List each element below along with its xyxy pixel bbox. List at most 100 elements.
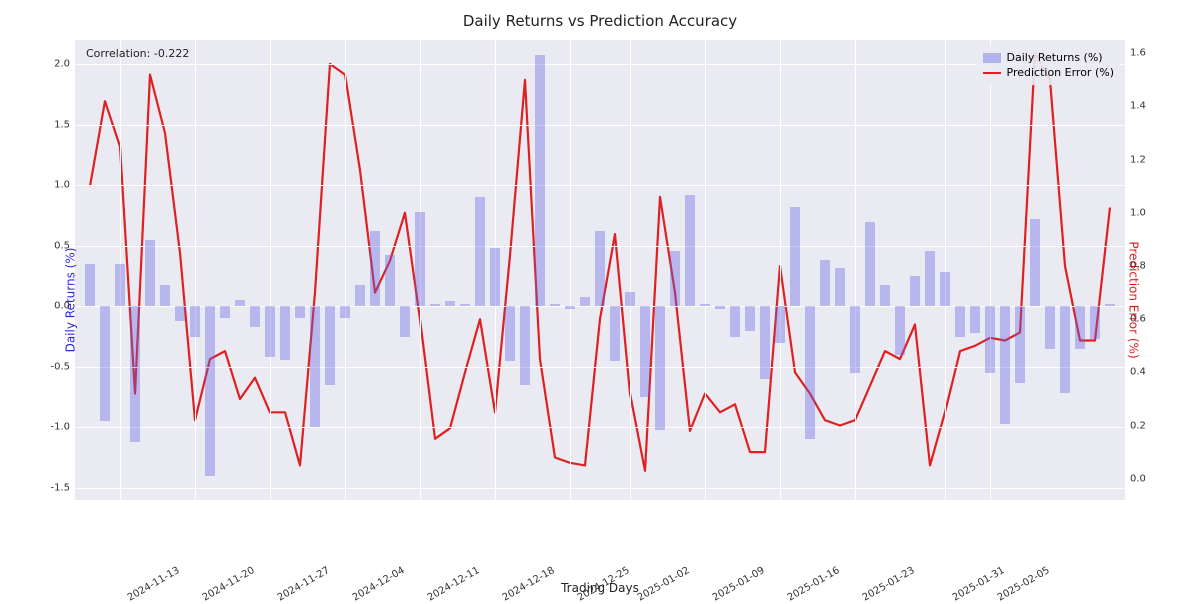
- bar: [820, 260, 831, 306]
- bar: [745, 306, 756, 330]
- bar: [280, 306, 291, 359]
- ytick-left: -1.0: [30, 422, 70, 433]
- bar: [865, 222, 876, 307]
- bar: [670, 251, 681, 307]
- bar: [325, 306, 336, 385]
- chart-figure: Daily Returns vs Prediction Accuracy Dai…: [0, 0, 1200, 600]
- bar: [685, 195, 696, 306]
- bar: [295, 306, 306, 318]
- legend-swatch-line-icon: [983, 72, 1001, 74]
- bar: [1000, 306, 1011, 423]
- bar: [385, 255, 396, 306]
- bar: [460, 304, 471, 306]
- bar: [1060, 306, 1071, 393]
- gridline-v: [945, 40, 946, 500]
- bar: [1015, 306, 1026, 382]
- gridline-h: [75, 427, 1125, 428]
- bar: [955, 306, 966, 336]
- bar: [190, 306, 201, 336]
- bar: [550, 304, 561, 306]
- bar: [625, 292, 636, 307]
- gridline-v: [780, 40, 781, 500]
- ytick-left: 0.0: [30, 301, 70, 312]
- bar: [520, 306, 531, 385]
- gridline-h: [75, 367, 1125, 368]
- bar: [790, 207, 801, 306]
- legend-line-label: Prediction Error (%): [1007, 66, 1115, 79]
- bar: [775, 306, 786, 342]
- bar: [640, 306, 651, 397]
- bar: [85, 264, 96, 306]
- bar: [175, 306, 186, 321]
- ytick-right: 1.6: [1130, 48, 1170, 59]
- ytick-left: 1.5: [30, 119, 70, 130]
- ytick-right: 0.6: [1130, 314, 1170, 325]
- gridline-v: [270, 40, 271, 500]
- gridline-v: [705, 40, 706, 500]
- bar: [370, 231, 381, 306]
- bar: [655, 306, 666, 429]
- plot-area: [75, 40, 1125, 500]
- ytick-right: 1.2: [1130, 154, 1170, 165]
- bar: [505, 306, 516, 360]
- ytick-right: 0.4: [1130, 367, 1170, 378]
- legend-swatch-bar-icon: [983, 53, 1001, 63]
- bar: [895, 306, 906, 354]
- gridline-v: [345, 40, 346, 500]
- ytick-right: 1.4: [1130, 101, 1170, 112]
- bar: [535, 55, 546, 307]
- bar: [430, 304, 441, 306]
- correlation-annotation: Correlation: -0.222: [82, 45, 193, 62]
- bar: [715, 306, 726, 308]
- bar: [1075, 306, 1086, 348]
- bar: [610, 306, 621, 360]
- gridline-v: [195, 40, 196, 500]
- legend: Daily Returns (%) Prediction Error (%): [977, 45, 1121, 85]
- bar: [115, 264, 126, 306]
- bar: [910, 276, 921, 306]
- bar: [340, 306, 351, 318]
- y-axis-label-right: Prediction Error (%): [1126, 241, 1140, 358]
- ytick-left: 2.0: [30, 59, 70, 70]
- bar: [805, 306, 816, 439]
- gridline-h: [75, 488, 1125, 489]
- bar: [580, 297, 591, 307]
- bar: [415, 212, 426, 306]
- bar: [850, 306, 861, 373]
- bar: [310, 306, 321, 427]
- gridline-h: [75, 64, 1125, 65]
- bar: [355, 285, 366, 307]
- bar: [730, 306, 741, 336]
- bar: [475, 197, 486, 306]
- bar: [700, 304, 711, 306]
- bar: [925, 251, 936, 307]
- legend-entry-bar: Daily Returns (%): [983, 51, 1115, 64]
- bar: [760, 306, 771, 379]
- bar: [1105, 304, 1116, 306]
- bar: [985, 306, 996, 373]
- ytick-right: 0.2: [1130, 420, 1170, 431]
- ytick-right: 0.8: [1130, 261, 1170, 272]
- bar: [970, 306, 981, 333]
- gridline-v: [855, 40, 856, 500]
- bar: [1045, 306, 1056, 348]
- gridline-h: [75, 125, 1125, 126]
- bar: [205, 306, 216, 475]
- bar: [250, 306, 261, 327]
- bar: [220, 306, 231, 318]
- ytick-left: -1.5: [30, 482, 70, 493]
- ytick-left: 1.0: [30, 180, 70, 191]
- bar: [1090, 306, 1101, 339]
- bar: [400, 306, 411, 336]
- ytick-right: 0.0: [1130, 473, 1170, 484]
- bar: [835, 268, 846, 307]
- ytick-left: -0.5: [30, 361, 70, 372]
- bar: [565, 306, 576, 308]
- gridline-h: [75, 185, 1125, 186]
- chart-title: Daily Returns vs Prediction Accuracy: [0, 12, 1200, 30]
- bar: [880, 285, 891, 307]
- gridline-v: [570, 40, 571, 500]
- bar: [160, 285, 171, 307]
- bar: [235, 300, 246, 306]
- bar: [1030, 219, 1041, 306]
